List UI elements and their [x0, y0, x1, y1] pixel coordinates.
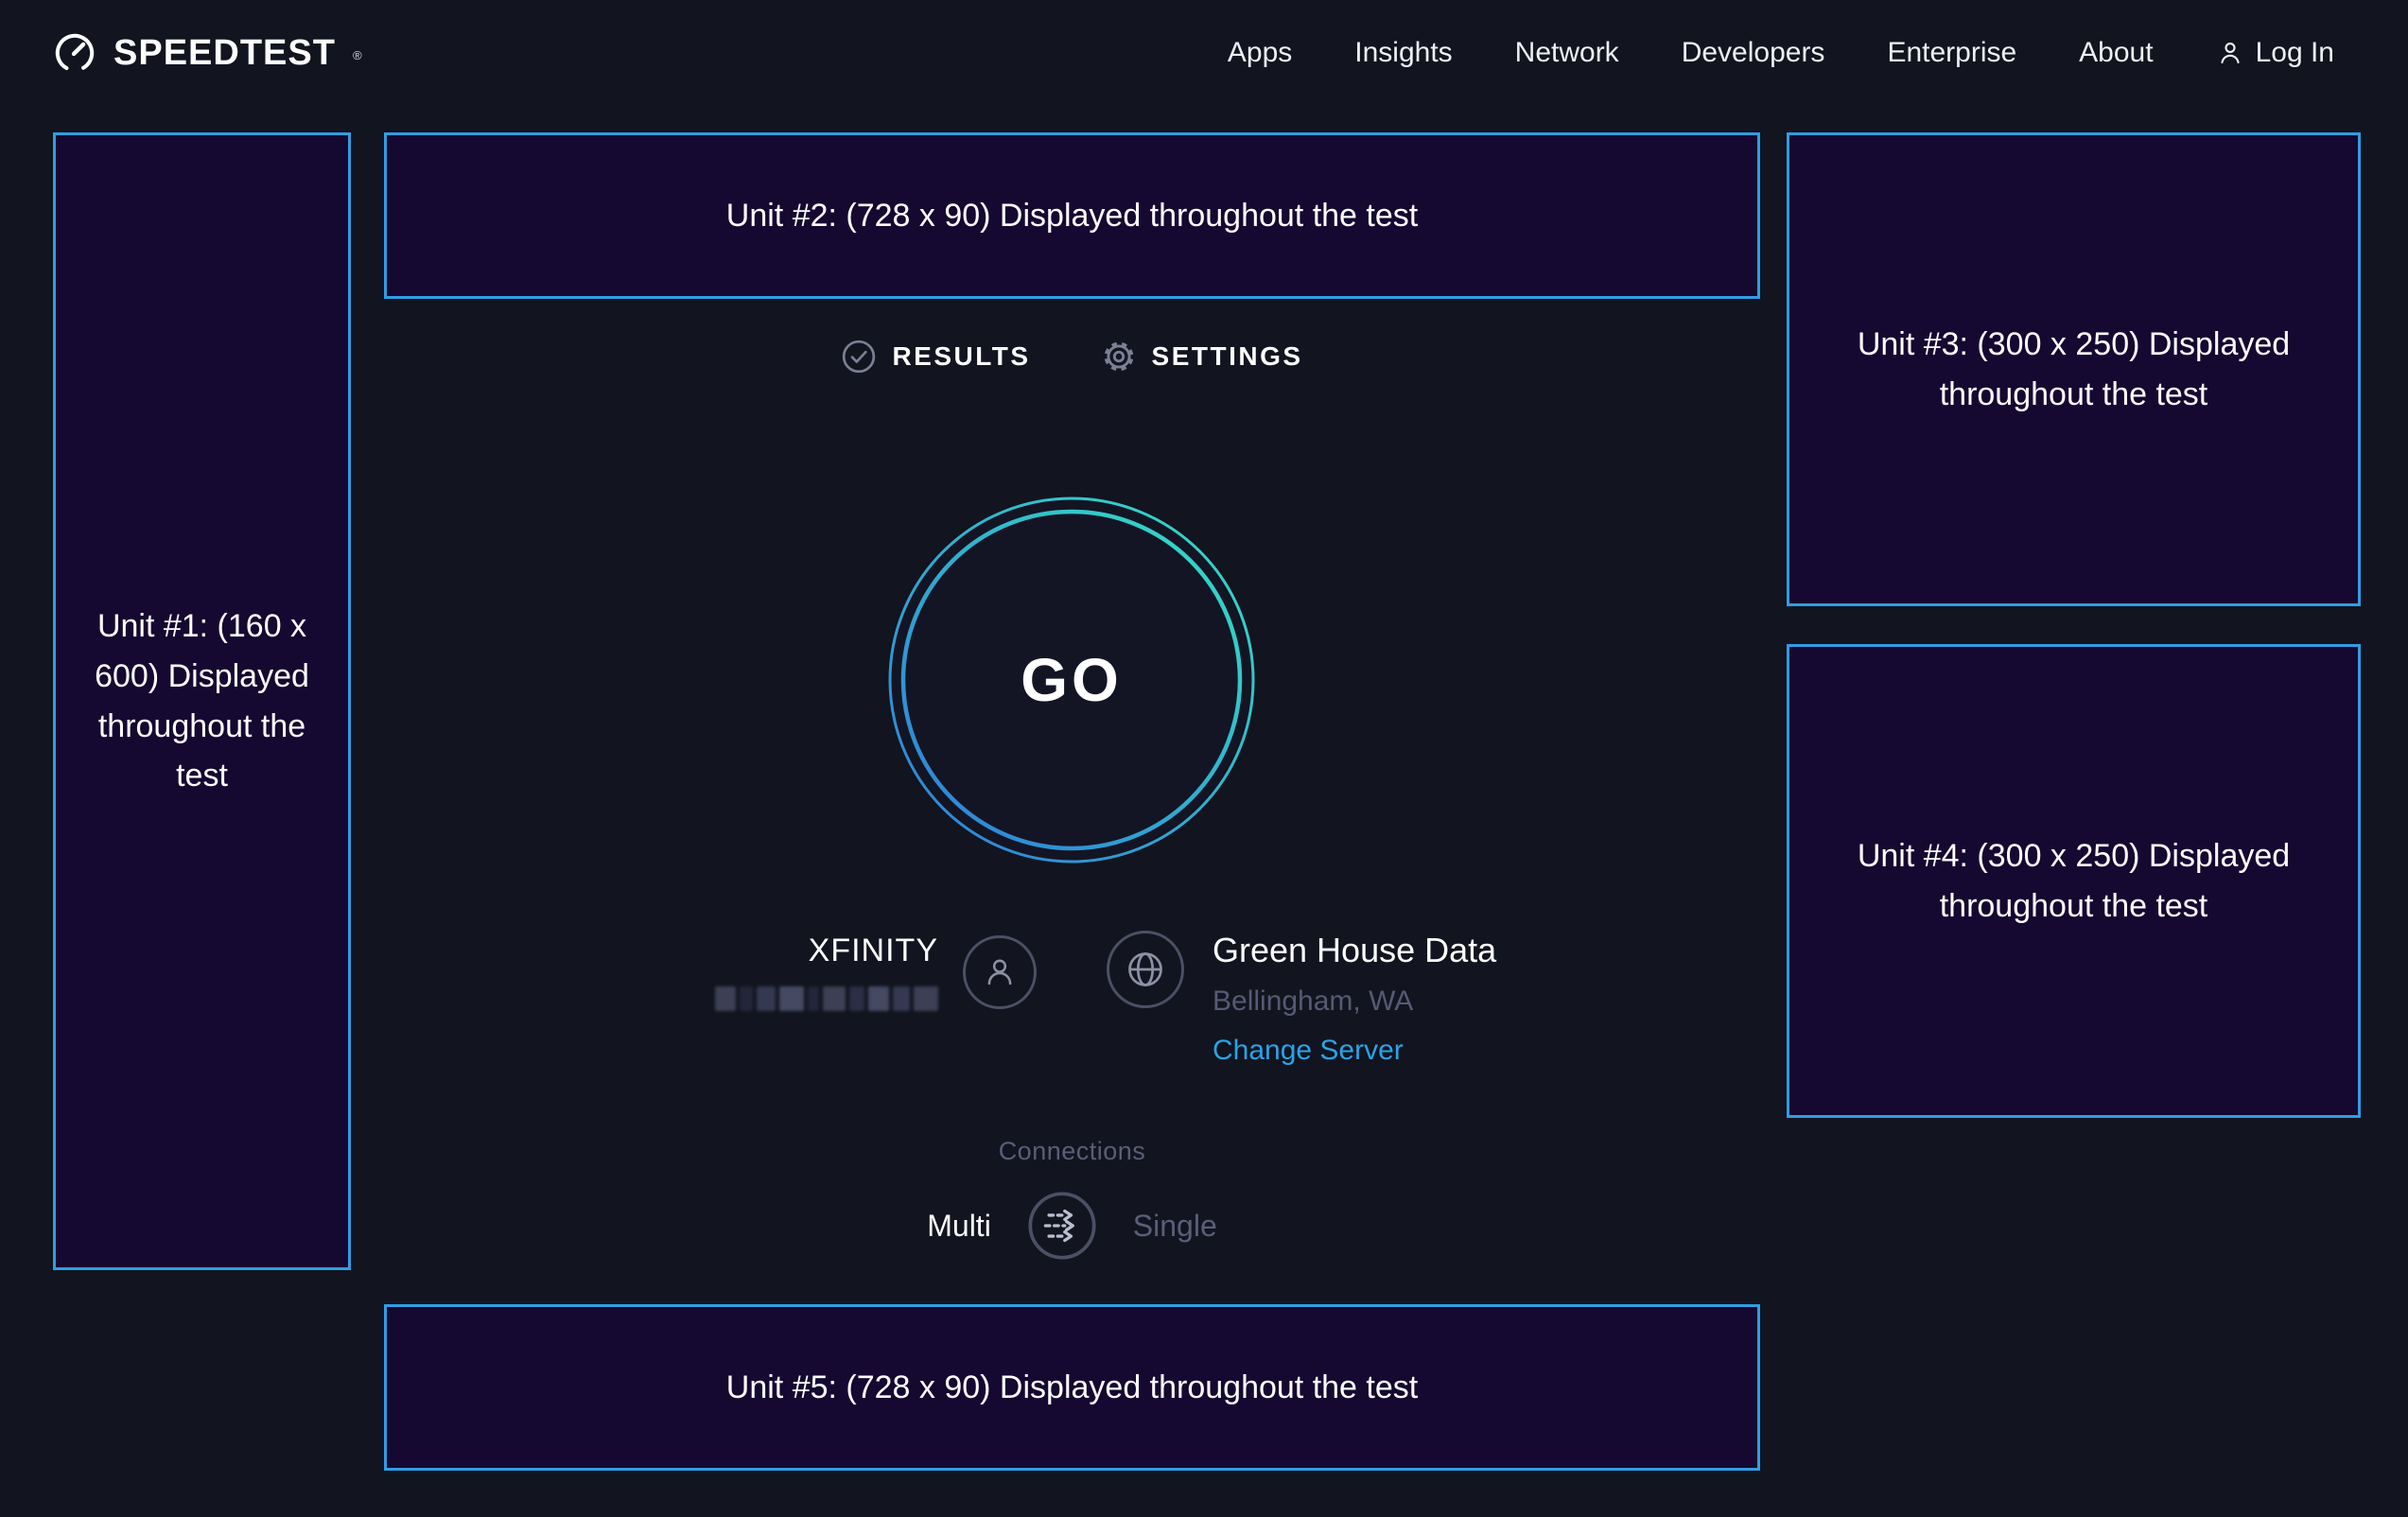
- ad-unit-4-text: Unit #4: (300 x 250) Displayed throughou…: [1856, 831, 2292, 931]
- nav-item-apps[interactable]: Apps: [1228, 37, 1292, 69]
- connections-option-multi[interactable]: Multi: [927, 1209, 991, 1244]
- tab-results-label: RESULTS: [892, 341, 1030, 372]
- login-label: Log In: [2256, 37, 2334, 69]
- host-info: XFINITY: [700, 933, 1037, 1011]
- server-location: Bellingham, WA: [1213, 985, 1496, 1018]
- ip-address-redacted: [715, 986, 938, 1011]
- go-button[interactable]: GO: [887, 496, 1256, 864]
- go-button-label: GO: [887, 496, 1256, 864]
- connections-section: Connections Multi Single: [384, 1137, 1760, 1261]
- isp-name: XFINITY: [715, 933, 938, 969]
- tab-settings[interactable]: SETTINGS: [1101, 339, 1303, 375]
- tab-bar: RESULTS SETTINGS: [384, 339, 1760, 375]
- tab-settings-label: SETTINGS: [1152, 341, 1303, 372]
- nav-item-insights[interactable]: Insights: [1354, 37, 1452, 69]
- main-nav: Apps Insights Network Developers Enterpr…: [1228, 37, 2334, 69]
- ad-unit-5[interactable]: Unit #5: (728 x 90) Displayed throughout…: [384, 1304, 1760, 1471]
- speedtest-logo[interactable]: SPEEDTEST ®: [53, 31, 362, 75]
- nav-item-network[interactable]: Network: [1515, 37, 1619, 69]
- ad-unit-4[interactable]: Unit #4: (300 x 250) Displayed throughou…: [1787, 644, 2361, 1118]
- nav-item-about[interactable]: About: [2079, 37, 2153, 69]
- speedtest-page: SPEEDTEST ® Apps Insights Network Develo…: [0, 0, 2408, 1517]
- ad-unit-2[interactable]: Unit #2: (728 x 90) Displayed throughout…: [384, 132, 1760, 299]
- ad-unit-3[interactable]: Unit #3: (300 x 250) Displayed throughou…: [1787, 132, 2361, 606]
- change-server-link[interactable]: Change Server: [1213, 1035, 1404, 1067]
- nav-item-developers[interactable]: Developers: [1682, 37, 1825, 69]
- ad-unit-5-text: Unit #5: (728 x 90) Displayed throughout…: [726, 1363, 1418, 1413]
- tab-results[interactable]: RESULTS: [841, 339, 1030, 375]
- globe-icon: [1125, 949, 1166, 990]
- login-button[interactable]: Log In: [2216, 37, 2334, 69]
- trademark-mark: ®: [353, 48, 362, 62]
- user-icon: [2216, 39, 2244, 67]
- user-icon: [982, 954, 1018, 990]
- connections-toggle-icon[interactable]: [1027, 1191, 1097, 1261]
- ad-unit-2-text: Unit #2: (728 x 90) Displayed throughout…: [726, 191, 1418, 241]
- ad-unit-1-text: Unit #1: (160 x 600) Displayed throughou…: [90, 602, 314, 801]
- top-nav-bar: SPEEDTEST ® Apps Insights Network Develo…: [0, 0, 2408, 106]
- ad-unit-1[interactable]: Unit #1: (160 x 600) Displayed throughou…: [53, 132, 351, 1270]
- server-info: Green House Data Bellingham, WA Change S…: [1107, 931, 1496, 1067]
- nav-item-enterprise[interactable]: Enterprise: [1887, 37, 2016, 69]
- check-circle-icon: [841, 339, 877, 375]
- server-avatar: [1107, 931, 1184, 1008]
- server-name: Green House Data: [1213, 931, 1496, 970]
- gauge-icon: [53, 31, 96, 75]
- gear-icon: [1101, 339, 1137, 375]
- brand-name: SPEEDTEST: [113, 33, 336, 74]
- connections-heading: Connections: [384, 1137, 1760, 1166]
- isp-avatar: [963, 935, 1037, 1009]
- ad-unit-3-text: Unit #3: (300 x 250) Displayed throughou…: [1856, 320, 2292, 419]
- connections-option-single[interactable]: Single: [1133, 1209, 1217, 1244]
